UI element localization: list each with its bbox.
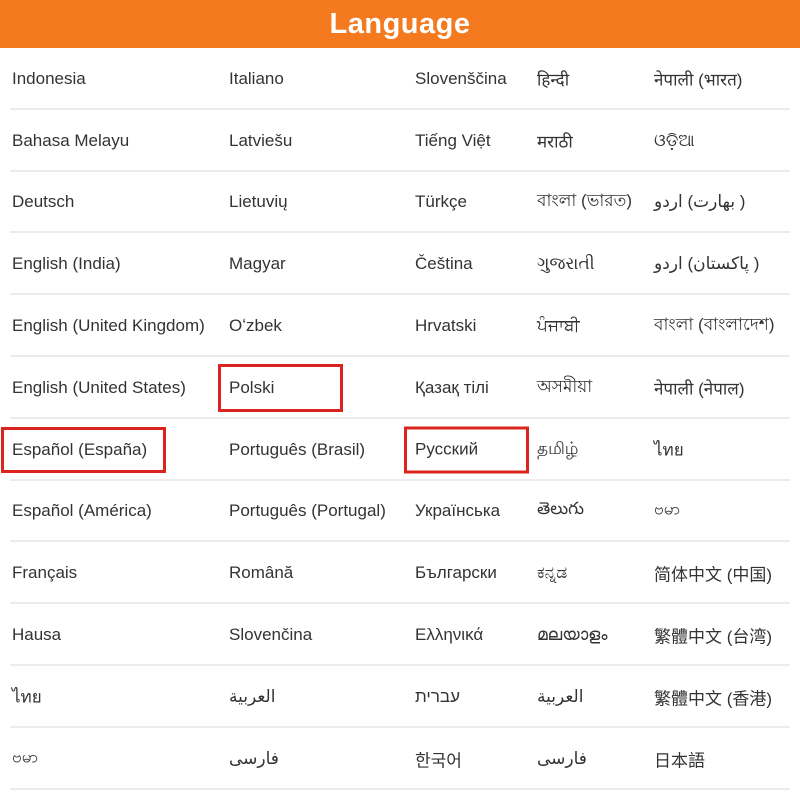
language-row: ဗမာ فارسی 한국어 فارسی 日本語 <box>0 728 800 790</box>
language-item[interactable]: Português (Portugal) <box>229 501 386 521</box>
language-grid: Indonesia Italiano Slovenščina हिन्दी ने… <box>0 48 800 790</box>
language-item[interactable]: Hausa <box>12 625 61 645</box>
language-item[interactable]: فارسی <box>229 749 279 769</box>
language-row: Hausa Slovenčina Ελληνικά മലയാളം 繁體中文 (台… <box>0 604 800 666</box>
language-item[interactable]: 简体中文 (中国) <box>654 561 772 586</box>
language-row: Español (España) Português (Brasil) Русс… <box>0 419 800 481</box>
language-item[interactable]: Hrvatski <box>415 316 476 336</box>
language-item[interactable]: Bahasa Melayu <box>12 131 129 151</box>
language-row: English (United States) Polski Қазақ тіл… <box>0 357 800 419</box>
language-item[interactable]: Tiếng Việt <box>415 131 491 151</box>
language-item[interactable]: Lietuvių <box>229 192 288 212</box>
language-item[interactable]: தமிழ் <box>537 439 579 461</box>
language-row: Español (América) Português (Portugal) У… <box>0 481 800 543</box>
language-row: English (India) Magyar Čeština ગુજરાતી ا… <box>0 233 800 295</box>
language-item[interactable]: العربية <box>537 687 583 707</box>
language-item[interactable]: فارسی <box>537 749 587 769</box>
language-item[interactable]: Indonesia <box>12 69 86 89</box>
language-item[interactable]: Slovenčina <box>229 625 312 645</box>
language-item[interactable]: اردو‎ (پاکستان‎ ) <box>654 254 759 274</box>
language-item[interactable]: বাংলা (বাংলাদেশ) <box>654 312 774 340</box>
language-item[interactable]: ਪੰਜਾਬੀ <box>537 316 580 336</box>
language-row: Bahasa Melayu Latviešu Tiếng Việt मराठी … <box>0 110 800 172</box>
language-item[interactable]: Magyar <box>229 254 286 274</box>
language-item[interactable]: Ελληνικά <box>415 625 483 645</box>
language-item[interactable]: Latviešu <box>229 131 292 151</box>
language-item[interactable]: ଓଡ଼ିଆ <box>654 131 695 151</box>
language-item[interactable]: ဗမာ <box>654 499 680 524</box>
language-item[interactable]: 繁體中文 (香港) <box>654 684 772 709</box>
language-item[interactable]: Қазақ тілі <box>415 378 489 398</box>
language-row: Deutsch Lietuvių Türkçe বাংলা (ভারত) ارد… <box>0 172 800 234</box>
language-row: Français Română Български ಕನ್ನಡ 简体中文 (中国… <box>0 542 800 604</box>
language-item[interactable]: অসমীয়া <box>537 374 592 402</box>
header-bar: Language <box>0 0 800 48</box>
language-item-highlighted[interactable]: Русский <box>404 426 529 473</box>
language-row: English (United Kingdom) Oʻzbek Hrvatski… <box>0 295 800 357</box>
language-item[interactable]: Български <box>415 563 497 583</box>
language-item[interactable]: नेपाली (भारत) <box>654 67 742 90</box>
language-item[interactable]: తెలుగు <box>537 499 584 523</box>
language-item[interactable]: Українська <box>415 501 500 521</box>
language-item[interactable]: Español (América) <box>12 501 152 521</box>
language-item-highlighted[interactable]: Español (España) <box>1 427 166 473</box>
language-item[interactable]: ไทย <box>12 683 42 710</box>
page-title: Language <box>330 8 471 41</box>
language-item[interactable]: ဗမာ <box>12 746 38 771</box>
language-row: Indonesia Italiano Slovenščina हिन्दी ने… <box>0 48 800 110</box>
language-item[interactable]: ગુજરાતી <box>537 254 595 274</box>
language-item[interactable]: हिन्दी <box>537 67 569 90</box>
language-item[interactable]: नेपाली (नेपाल) <box>654 376 745 399</box>
language-item[interactable]: Türkçe <box>415 192 467 212</box>
language-row: ไทย العربية עברית العربية 繁體中文 (香港) <box>0 666 800 728</box>
language-item[interactable]: Slovenščina <box>415 69 507 89</box>
language-item[interactable]: 한국어 <box>415 746 462 771</box>
language-item[interactable]: Italiano <box>229 69 284 89</box>
language-item[interactable]: Deutsch <box>12 192 74 212</box>
language-item[interactable]: العربية <box>229 687 275 707</box>
language-item-highlighted[interactable]: Polski <box>218 364 343 412</box>
language-item[interactable]: 日本語 <box>654 746 705 771</box>
language-item[interactable]: मराठी <box>537 129 573 152</box>
language-item[interactable]: English (United States) <box>12 378 186 398</box>
language-item[interactable]: ไทย <box>654 436 684 463</box>
language-settings-screen: Language Indonesia Italiano Slovenščina … <box>0 0 800 800</box>
language-item[interactable]: English (India) <box>12 254 121 274</box>
language-item[interactable]: മലയാളം <box>537 625 607 645</box>
language-item[interactable]: עברית <box>415 687 460 707</box>
language-item[interactable]: ಕನ್ನಡ <box>537 563 567 583</box>
language-item[interactable]: Română <box>229 563 293 583</box>
language-item[interactable]: Oʻzbek <box>229 316 282 336</box>
language-item[interactable]: Čeština <box>415 254 473 274</box>
language-item[interactable]: Português (Brasil) <box>229 440 365 460</box>
language-item[interactable]: Français <box>12 563 77 583</box>
language-item[interactable]: اردو‎ (بھارت‎ ) <box>654 192 745 212</box>
language-item[interactable]: 繁體中文 (台湾) <box>654 623 772 648</box>
language-item[interactable]: English (United Kingdom) <box>12 316 205 336</box>
language-item[interactable]: বাংলা (ভারত) <box>537 188 632 216</box>
